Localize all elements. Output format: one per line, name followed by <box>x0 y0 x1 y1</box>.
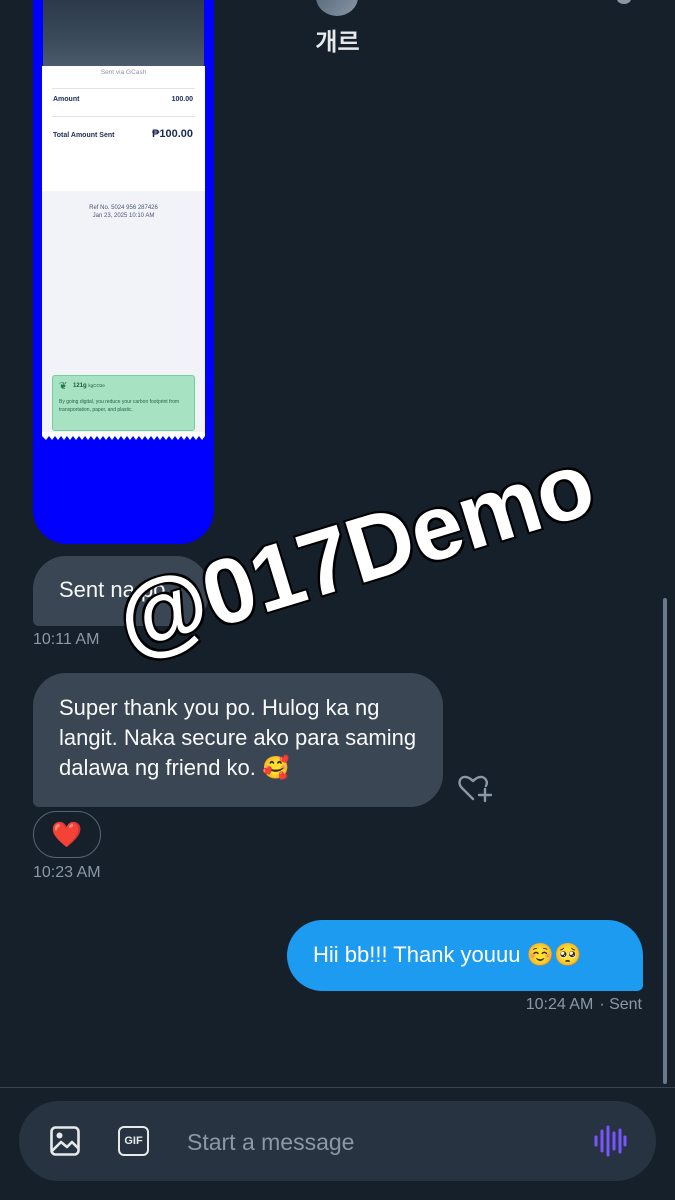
message-timestamp: 10:11 AM <box>33 631 100 648</box>
heart-reaction[interactable]: ❤️ <box>33 811 101 858</box>
avatar[interactable] <box>316 0 358 16</box>
outgoing-message-bubble[interactable]: Hii bb!!! Thank youuu ☺️🥺 <box>287 920 643 991</box>
receipt-sent-via: Sent via GCash <box>100 69 147 76</box>
eco-amount: 121g kgCO2e <box>73 383 105 389</box>
receipt-total-label: Total Amount Sent <box>53 132 115 139</box>
scrollbar[interactable] <box>663 598 667 1084</box>
header-info-icon[interactable] <box>617 0 631 4</box>
leaf-icon: ❦ <box>59 381 68 392</box>
heart-plus-icon[interactable] <box>458 773 494 803</box>
sent-status: · Sent <box>599 996 642 1013</box>
message-status: 10:24 AM · Sent <box>526 996 642 1014</box>
receipt-amount-value: 100.00 <box>171 96 193 103</box>
receipt-total-value: ₱100.00 <box>152 128 193 140</box>
voice-wave-icon[interactable] <box>593 1125 627 1157</box>
eco-text: By going digital, you reduce your carbon… <box>59 399 180 413</box>
receipt-torn-edge <box>42 432 205 440</box>
receipt-eco-banner: ❦ 121g kgCO2e By going digital, you redu… <box>52 375 195 431</box>
receipt-ref-number: Ref No. 5024 956 287426 <box>89 205 158 211</box>
payment-receipt: Sent via GCash Amount 100.00 Total Amoun… <box>42 66 205 436</box>
message-input[interactable] <box>187 1127 567 1157</box>
message-timestamp: 10:23 AM <box>33 864 101 881</box>
receipt-divider <box>52 88 195 89</box>
image-icon[interactable] <box>49 1125 81 1157</box>
gif-icon[interactable]: GIF <box>118 1126 149 1156</box>
message-timestamp: 10:24 AM <box>525 996 594 1013</box>
incoming-message-bubble[interactable]: Super thank you po. Hulog ka ng langit. … <box>33 673 443 807</box>
receipt-date: Jan 23, 2025 10:10 AM <box>92 213 155 219</box>
composer-divider <box>0 1087 675 1088</box>
image-message[interactable]: Sent via GCash Amount 100.00 Total Amoun… <box>33 0 214 544</box>
image-blurred-top <box>43 0 204 66</box>
receipt-amount-label: Amount <box>53 96 80 103</box>
message-composer: GIF <box>19 1101 656 1181</box>
receipt-divider <box>52 116 195 117</box>
